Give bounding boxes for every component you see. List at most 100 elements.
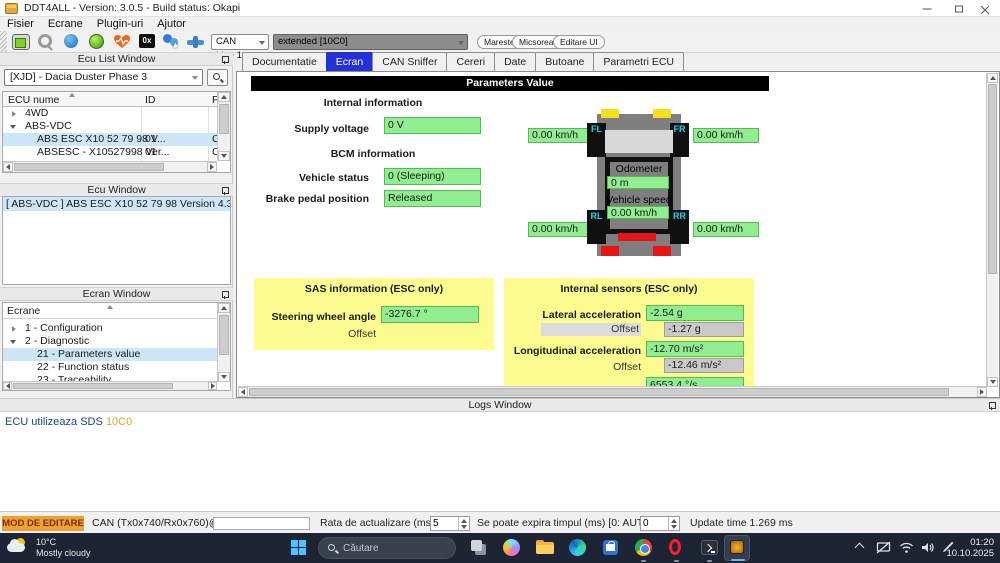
col-ecu-name[interactable]: ECU nume — [8, 93, 59, 107]
pin-icon[interactable] — [988, 402, 995, 409]
pin-icon[interactable] — [221, 291, 228, 298]
screen-select[interactable]: extended [10C0] — [273, 34, 468, 50]
ecu-row[interactable]: ABSESC - X10527998 Ver... 01 CA — [3, 146, 217, 159]
ecran-item-function-status[interactable]: 22 - Function status — [3, 361, 217, 374]
pin-icon[interactable] — [221, 56, 228, 63]
scroll-left-button[interactable] — [3, 382, 12, 390]
expand-icon[interactable] — [12, 326, 16, 332]
tab-parametri-ecu[interactable]: Parametri ECU — [593, 52, 684, 71]
display-off-icon[interactable] — [876, 541, 891, 557]
taskbar-search[interactable] — [318, 537, 456, 559]
step-up-icon[interactable] — [671, 519, 677, 523]
timeout-stepper[interactable] — [640, 516, 680, 531]
scroll-thumb[interactable] — [249, 388, 949, 396]
scroll-down-button[interactable] — [218, 151, 230, 161]
tab-butoane[interactable]: Butoane — [535, 52, 594, 71]
scroll-thumb[interactable] — [219, 104, 229, 134]
scroll-left-button[interactable] — [238, 387, 248, 397]
scroll-right-button[interactable] — [208, 382, 217, 390]
step-down-icon[interactable] — [671, 525, 677, 529]
ecran-tree-vscrollbar[interactable] — [217, 303, 230, 382]
scroll-thumb[interactable] — [219, 315, 229, 355]
task-view-icon[interactable] — [468, 537, 490, 559]
refresh-rate-stepper[interactable] — [430, 516, 470, 531]
menu-ajutor[interactable]: Ajutor — [150, 18, 193, 30]
tab-documentatie[interactable]: Documentatie — [242, 52, 327, 71]
scroll-up-button[interactable] — [218, 303, 230, 313]
ecran-tree-hscrollbar[interactable] — [3, 381, 217, 390]
edit-ui-button[interactable]: Editare UI — [553, 35, 605, 49]
chrome-icon[interactable] — [633, 537, 655, 559]
ecu-table-vscrollbar[interactable] — [217, 92, 230, 161]
connect-icon[interactable] — [89, 34, 104, 49]
step-down-icon[interactable] — [461, 525, 467, 529]
pin-icon[interactable] — [221, 187, 228, 194]
scroll-up-button[interactable] — [987, 73, 998, 83]
content-hscrollbar[interactable] — [238, 386, 987, 397]
edge-icon[interactable] — [567, 537, 589, 559]
tree-group-4wd[interactable]: 4WD — [3, 107, 217, 120]
volume-icon[interactable] — [920, 541, 935, 557]
vehicle-select[interactable]: [XJD] - Dacia Duster Phase 3 — [4, 69, 203, 86]
tray-chevron-up-icon[interactable] — [856, 541, 865, 550]
ddt4all-taskbar-button[interactable] — [724, 535, 750, 561]
start-button[interactable] — [291, 540, 306, 555]
ecran-item-diagnostic[interactable]: 2 - Diagnostic — [3, 335, 217, 348]
weather-widget[interactable]: 10°C Mostly cloudy — [6, 536, 91, 559]
opera-icon[interactable] — [666, 537, 688, 559]
globe-icon[interactable] — [64, 34, 78, 48]
scroll-right-button[interactable] — [207, 162, 217, 172]
can-line-select[interactable]: CAN Line 1 — [211, 34, 269, 50]
ecu-window-item-selected[interactable]: [ ABS-VDC ] ABS ESC X10 52 79 98 Version… — [3, 197, 230, 211]
stepper-buttons[interactable] — [668, 517, 679, 530]
ecu-table-hscrollbar[interactable] — [3, 161, 217, 172]
gear-scan-icon[interactable] — [38, 34, 52, 48]
status-input[interactable] — [213, 517, 310, 530]
toolbar-grip[interactable] — [0, 31, 7, 53]
tab-date[interactable]: Date — [494, 52, 536, 71]
collapse-icon[interactable] — [10, 125, 16, 129]
minimize-button[interactable] — [912, 0, 942, 17]
ecu-search-button[interactable] — [207, 69, 228, 86]
terminal-icon[interactable] — [699, 537, 721, 559]
taskbar-clock[interactable]: 01:20 10.10.2025 — [946, 537, 994, 559]
menu-ecrane[interactable]: Ecrane — [41, 18, 90, 30]
scroll-left-button[interactable] — [3, 162, 13, 172]
copilot-icon[interactable] — [501, 537, 523, 559]
hex-icon[interactable]: 0x — [139, 34, 155, 48]
col-id[interactable]: ID — [145, 93, 156, 107]
scroll-right-button[interactable] — [977, 387, 987, 397]
ecu-row-selected[interactable]: ABS ESC X10 52 79 98 V... 01 CA — [3, 133, 217, 146]
content-vscrollbar[interactable] — [986, 73, 998, 387]
pipe-icon[interactable] — [187, 36, 204, 49]
scroll-thumb[interactable] — [13, 383, 173, 389]
ecu-device-icon[interactable] — [12, 34, 30, 50]
close-button[interactable] — [970, 0, 1000, 17]
heartbeat-icon[interactable] — [113, 34, 131, 50]
wifi-icon[interactable] — [899, 541, 914, 557]
stepper-buttons[interactable] — [458, 517, 469, 530]
scroll-up-button[interactable] — [218, 92, 230, 102]
plugin-gears-icon[interactable] — [163, 34, 178, 48]
scroll-down-button[interactable] — [218, 372, 230, 382]
refresh-rate-input[interactable] — [433, 517, 457, 530]
ecran-item-parameters-value[interactable]: 21 - Parameters value — [3, 348, 217, 361]
menu-plugin-uri[interactable]: Plugin-uri — [90, 18, 150, 30]
scroll-thumb[interactable] — [14, 163, 164, 171]
tree-group-abs-vdc[interactable]: ABS-VDC — [3, 120, 217, 133]
scroll-thumb[interactable] — [988, 84, 997, 274]
menu-fisier[interactable]: Fisier — [0, 18, 41, 30]
ecu-table-header[interactable]: ECU nume ID P — [3, 92, 230, 107]
ecran-item-configuration[interactable]: 1 - Configuration — [3, 322, 217, 335]
file-explorer-icon[interactable] — [534, 537, 556, 559]
tab-cereri[interactable]: Cereri — [446, 52, 495, 71]
collapse-icon[interactable] — [10, 340, 16, 344]
tab-can-sniffer[interactable]: CAN Sniffer — [372, 52, 447, 71]
taskbar-search-input[interactable] — [343, 540, 448, 556]
tab-ecran[interactable]: Ecran — [326, 52, 373, 71]
step-up-icon[interactable] — [461, 519, 467, 523]
scroll-down-button[interactable] — [987, 377, 998, 387]
timeout-input[interactable] — [643, 517, 667, 530]
expand-icon[interactable] — [12, 111, 16, 117]
store-icon[interactable] — [600, 537, 622, 559]
